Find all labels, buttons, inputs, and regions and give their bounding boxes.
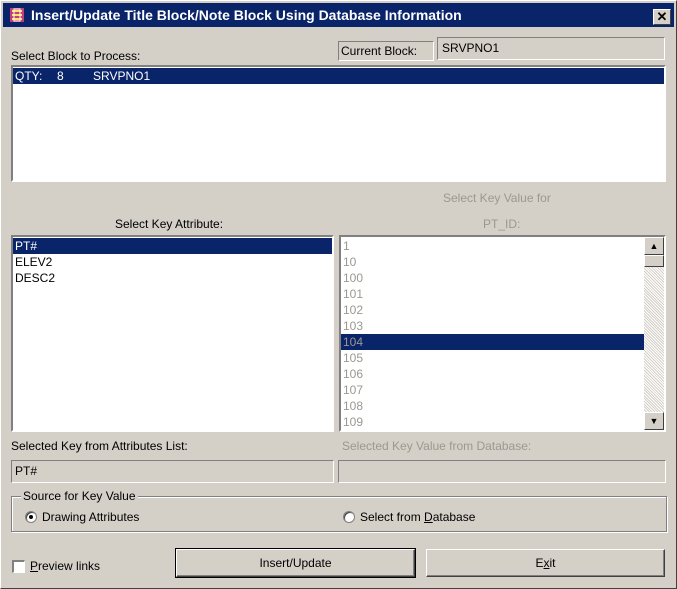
list-item[interactable]: 107 (341, 382, 644, 398)
radio-dot (29, 515, 33, 519)
db-option-text-accel: D (424, 510, 433, 524)
list-item[interactable]: PT# (13, 238, 332, 254)
exit-text-pre: E (535, 556, 544, 570)
preview-links-checkbox[interactable] (12, 560, 25, 573)
cad-app-icon (10, 8, 24, 22)
block-name: SRVPNO1 (93, 69, 151, 83)
scroll-up-button[interactable]: ▲ (644, 237, 664, 255)
selected-db-key-label: Selected Key Value from Database: (342, 439, 532, 453)
scroll-down-button[interactable]: ▼ (644, 412, 664, 430)
preview-links-label[interactable]: Preview links (30, 559, 100, 573)
key-attribute-listbox[interactable]: PT# ELEV2 DESC2 (11, 235, 334, 432)
list-item[interactable]: 1 (341, 238, 644, 254)
selected-key-field: PT# (11, 460, 334, 483)
qty-value: 8 (57, 69, 64, 83)
list-item[interactable]: 100 (341, 270, 644, 286)
key-attribute-label: Select Key Attribute: (115, 217, 224, 231)
source-legend: Source for Key Value (21, 489, 138, 503)
close-button[interactable]: ✕ (653, 9, 671, 25)
scrollbar[interactable]: ▲ ▼ (644, 237, 664, 430)
db-option-text-pre: Select from (360, 510, 425, 524)
preview-accel: P (30, 559, 39, 573)
drawing-attributes-label[interactable]: Drawing Attributes (42, 510, 139, 524)
current-block-label: Current Block: (341, 44, 418, 58)
key-value-label-line2: PT_ID: (483, 217, 521, 231)
qty-label: QTY: (15, 69, 43, 83)
select-block-label: Select Block to Process: (11, 49, 141, 63)
title-bar[interactable]: Insert/Update Title Block/Note Block Usi… (3, 3, 674, 27)
list-item[interactable]: 102 (341, 302, 644, 318)
key-value-label-line1: Select Key Value for (443, 191, 551, 205)
list-item[interactable]: 105 (341, 350, 644, 366)
arrow-up-icon: ▲ (649, 241, 659, 251)
select-from-database-label[interactable]: Select from Database (360, 510, 475, 524)
selected-key-label: Selected Key from Attributes List: (11, 439, 188, 453)
list-item[interactable]: 108 (341, 398, 644, 414)
list-item[interactable]: ELEV2 (13, 254, 332, 270)
current-block-label-box: Current Block: (338, 41, 434, 61)
block-listbox[interactable]: QTY: 8 SRVPNO1 (11, 65, 666, 182)
insert-update-button[interactable]: Insert/Update (175, 548, 416, 578)
dialog-window: Insert/Update Title Block/Note Block Usi… (0, 0, 677, 589)
list-item[interactable]: DESC2 (13, 270, 332, 286)
exit-button[interactable]: Exit (426, 549, 665, 577)
list-item[interactable]: 101 (341, 286, 644, 302)
key-value-listbox[interactable]: 1 10 100 101 102 103 104 105 106 107 108… (339, 235, 666, 432)
selected-db-key-field (338, 460, 666, 483)
select-from-database-radio[interactable] (343, 511, 355, 523)
list-item[interactable]: 106 (341, 366, 644, 382)
arrow-down-icon: ▼ (649, 416, 659, 426)
current-block-value: SRVPNO1 (442, 41, 500, 55)
selected-key-value: PT# (15, 464, 38, 478)
list-item[interactable]: 104 (341, 334, 644, 350)
current-block-field: SRVPNO1 (437, 37, 665, 60)
window-title: Insert/Update Title Block/Note Block Usi… (31, 7, 462, 23)
list-item[interactable]: QTY: 8 SRVPNO1 (13, 68, 664, 84)
list-item[interactable]: 10 (341, 254, 644, 270)
scroll-thumb[interactable] (644, 255, 664, 267)
preview-text: review links (38, 559, 101, 573)
list-item[interactable]: 103 (341, 318, 644, 334)
close-icon: ✕ (656, 9, 668, 24)
drawing-attributes-radio[interactable] (25, 511, 37, 523)
list-item[interactable]: 109 (341, 414, 644, 430)
db-option-text-post: atabase (432, 510, 476, 524)
exit-text-post: it (549, 556, 556, 570)
